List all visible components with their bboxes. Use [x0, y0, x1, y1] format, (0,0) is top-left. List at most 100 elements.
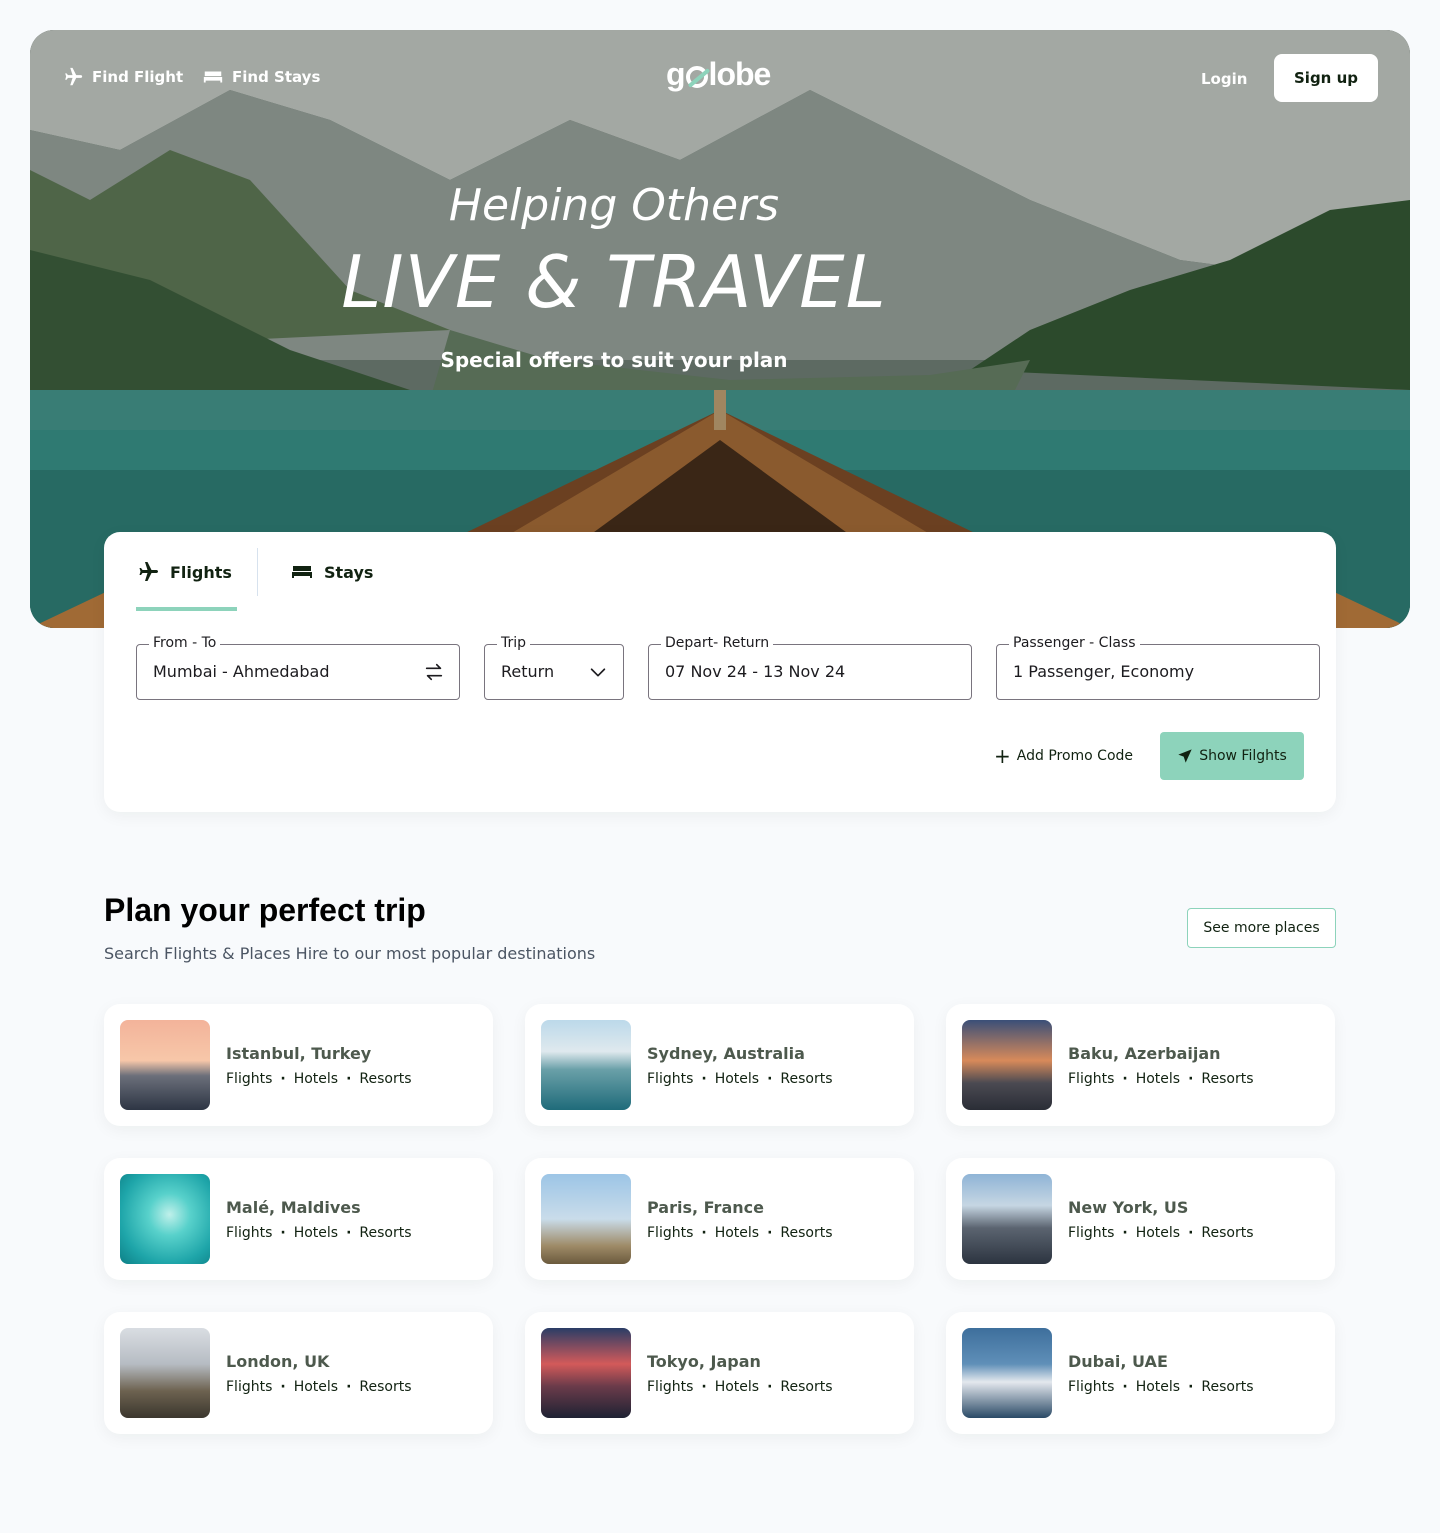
destination-link-hotels[interactable]: Hotels — [1136, 1225, 1180, 1241]
destination-thumbnail — [120, 1174, 210, 1264]
destination-card[interactable]: Malé, Maldives Flights · Hotels · Resorts — [104, 1158, 493, 1280]
add-promo-code-label: Add Promo Code — [1016, 748, 1134, 764]
destination-link-resorts[interactable]: Resorts — [1201, 1071, 1253, 1087]
destination-links: Flights · Hotels · Resorts — [226, 1225, 412, 1241]
destination-card[interactable]: Paris, France Flights · Hotels · Resorts — [525, 1158, 914, 1280]
hero-headline: LIVE & TRAVEL — [341, 240, 887, 324]
nav-find-stays-label: Find Stays — [232, 68, 321, 86]
nav-find-flight-label: Find Flight — [92, 68, 184, 86]
destination-link-resorts[interactable]: Resorts — [780, 1379, 832, 1395]
show-flights-label: Show Filghts — [1199, 748, 1287, 764]
see-more-places-button[interactable]: See more places — [1187, 908, 1336, 948]
separator-dot: · — [346, 1225, 352, 1241]
passenger-class-field[interactable]: Passenger - Class 1 Passenger, Economy — [996, 635, 1320, 700]
destination-link-resorts[interactable]: Resorts — [780, 1225, 832, 1241]
depart-return-field[interactable]: Depart- Return 07 Nov 24 - 13 Nov 24 — [648, 635, 972, 700]
destination-link-hotels[interactable]: Hotels — [1136, 1071, 1180, 1087]
destination-link-hotels[interactable]: Hotels — [715, 1225, 759, 1241]
destination-thumbnail — [962, 1020, 1052, 1110]
brand-logo[interactable]: g lobe — [666, 56, 771, 93]
nav-find-stays[interactable]: Find Stays — [202, 66, 320, 88]
destination-link-hotels[interactable]: Hotels — [294, 1225, 338, 1241]
trip-select[interactable]: Trip Return — [484, 635, 624, 700]
destination-link-resorts[interactable]: Resorts — [359, 1379, 411, 1395]
destination-links: Flights · Hotels · Resorts — [1068, 1225, 1254, 1241]
show-flights-button[interactable]: Show Filghts — [1160, 732, 1304, 780]
destination-name: Istanbul, Turkey — [226, 1044, 372, 1063]
destination-link-resorts[interactable]: Resorts — [359, 1071, 411, 1087]
destination-links: Flights · Hotels · Resorts — [647, 1225, 833, 1241]
destination-link-flights[interactable]: Flights — [647, 1225, 693, 1241]
login-link[interactable]: Login — [1201, 70, 1247, 88]
from-to-label: From - To — [149, 635, 221, 651]
destination-card[interactable]: Tokyo, Japan Flights · Hotels · Resorts — [525, 1312, 914, 1434]
tab-stays[interactable]: Stays — [290, 560, 373, 584]
destination-link-flights[interactable]: Flights — [1068, 1225, 1114, 1241]
destination-link-resorts[interactable]: Resorts — [780, 1071, 832, 1087]
separator-dot: · — [1122, 1379, 1128, 1395]
destination-link-resorts[interactable]: Resorts — [1201, 1379, 1253, 1395]
tab-divider — [257, 548, 258, 596]
section-title: Plan your perfect trip — [104, 892, 426, 928]
separator-dot: · — [701, 1225, 707, 1241]
destination-name: Sydney, Australia — [647, 1044, 805, 1063]
airplane-icon — [139, 562, 158, 581]
depart-return-value: 07 Nov 24 - 13 Nov 24 — [665, 662, 846, 681]
destination-links: Flights · Hotels · Resorts — [226, 1379, 412, 1395]
destination-links: Flights · Hotels · Resorts — [1068, 1071, 1254, 1087]
passenger-class-value: 1 Passenger, Economy — [1013, 662, 1195, 681]
from-to-field[interactable]: From - To Mumbai - Ahmedabad — [136, 635, 460, 700]
separator-dot: · — [280, 1225, 286, 1241]
plus-icon: + — [994, 744, 1011, 768]
destination-link-flights[interactable]: Flights — [647, 1379, 693, 1395]
destination-link-hotels[interactable]: Hotels — [715, 1071, 759, 1087]
destination-link-flights[interactable]: Flights — [226, 1379, 272, 1395]
destination-link-hotels[interactable]: Hotels — [294, 1071, 338, 1087]
separator-dot: · — [1188, 1225, 1194, 1241]
separator-dot: · — [280, 1071, 286, 1087]
destination-link-flights[interactable]: Flights — [1068, 1379, 1114, 1395]
destination-card[interactable]: Sydney, Australia Flights · Hotels · Resorts — [525, 1004, 914, 1126]
tab-flights[interactable]: Flights — [136, 560, 232, 584]
separator-dot: · — [1122, 1225, 1128, 1241]
destination-thumbnail — [541, 1020, 631, 1110]
tab-stays-label: Stays — [324, 562, 374, 582]
separator-dot: · — [701, 1379, 707, 1395]
destination-link-flights[interactable]: Flights — [226, 1225, 272, 1241]
separator-dot: · — [767, 1071, 773, 1087]
destination-card[interactable]: Dubai, UAE Flights · Hotels · Resorts — [946, 1312, 1335, 1434]
nav-find-flight[interactable]: Find Flight — [62, 66, 183, 88]
separator-dot: · — [1188, 1379, 1194, 1395]
separator-dot: · — [1122, 1071, 1128, 1087]
destination-card[interactable]: Baku, Azerbaijan Flights · Hotels · Resorts — [946, 1004, 1335, 1126]
depart-return-label: Depart- Return — [661, 635, 774, 651]
destination-link-resorts[interactable]: Resorts — [1201, 1225, 1253, 1241]
destination-card[interactable]: New York, US Flights · Hotels · Resorts — [946, 1158, 1335, 1280]
trip-value: Return — [501, 662, 555, 681]
tab-flights-label: Flights — [170, 562, 232, 582]
destination-name: Tokyo, Japan — [647, 1352, 761, 1371]
destination-card[interactable]: Istanbul, Turkey Flights · Hotels · Resorts — [104, 1004, 493, 1126]
destination-link-resorts[interactable]: Resorts — [359, 1225, 411, 1241]
destination-link-flights[interactable]: Flights — [226, 1071, 272, 1087]
destination-link-flights[interactable]: Flights — [647, 1071, 693, 1087]
destination-card[interactable]: London, UK Flights · Hotels · Resorts — [104, 1312, 493, 1434]
signup-button[interactable]: Sign up — [1274, 54, 1378, 102]
destination-link-flights[interactable]: Flights — [1068, 1071, 1114, 1087]
separator-dot: · — [346, 1071, 352, 1087]
destination-link-hotels[interactable]: Hotels — [294, 1379, 338, 1395]
destination-thumbnail — [962, 1328, 1052, 1418]
destination-thumbnail — [541, 1174, 631, 1264]
swap-icon[interactable] — [423, 661, 445, 683]
separator-dot: · — [701, 1071, 707, 1087]
destination-name: Baku, Azerbaijan — [1068, 1044, 1221, 1063]
destination-thumbnail — [120, 1020, 210, 1110]
add-promo-code-button[interactable]: + Add Promo Code — [994, 746, 1133, 766]
destination-link-hotels[interactable]: Hotels — [1136, 1379, 1180, 1395]
separator-dot: · — [767, 1225, 773, 1241]
destination-link-hotels[interactable]: Hotels — [715, 1379, 759, 1395]
bed-icon — [203, 71, 223, 83]
separator-dot: · — [767, 1379, 773, 1395]
destination-name: Dubai, UAE — [1068, 1352, 1168, 1371]
destination-thumbnail — [541, 1328, 631, 1418]
